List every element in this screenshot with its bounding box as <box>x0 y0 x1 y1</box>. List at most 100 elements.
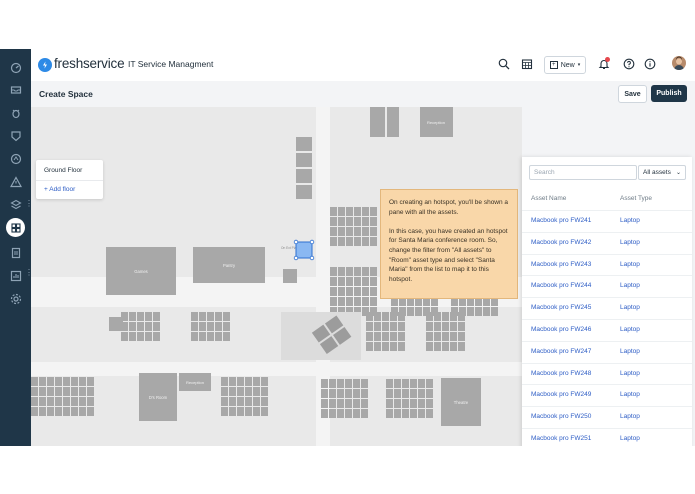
desk <box>221 407 228 416</box>
top-bar: freshservice IT Service Managment + New ▾ <box>31 49 695 82</box>
table-row[interactable]: Macbook pro FW251 Laptop <box>522 428 692 446</box>
room-label-ds-room: D's Room <box>149 395 168 400</box>
desk <box>338 277 345 286</box>
desk <box>237 387 244 396</box>
search-icon[interactable] <box>497 57 511 71</box>
table-row[interactable]: Macbook pro FW245 Laptop <box>522 297 692 320</box>
desk <box>191 322 198 331</box>
asset-name[interactable]: Macbook pro FW251 <box>531 435 591 442</box>
avatar[interactable] <box>672 56 686 70</box>
desk <box>410 379 417 388</box>
desk <box>386 389 393 398</box>
asset-name[interactable]: Macbook pro FW248 <box>531 370 591 377</box>
asset-name[interactable]: Macbook pro FW243 <box>531 261 591 268</box>
desk <box>79 377 86 386</box>
desk <box>362 237 369 246</box>
desk <box>353 409 360 418</box>
table-row[interactable]: Macbook pro FW250 Laptop <box>522 406 692 429</box>
shield-icon[interactable] <box>8 128 23 143</box>
desk <box>79 407 86 416</box>
desk <box>353 399 360 408</box>
new-button-label: New <box>560 61 575 69</box>
room-label-pantry: Pantry <box>223 263 236 268</box>
floor-plan-icon[interactable] <box>6 218 25 237</box>
column-header-asset-name[interactable]: Asset Name <box>531 195 566 202</box>
save-button[interactable]: Save <box>618 85 647 103</box>
table-row[interactable]: Macbook pro FW247 Laptop <box>522 340 692 364</box>
desk <box>221 377 228 386</box>
table-row[interactable]: Macbook pro FW243 Laptop <box>522 253 692 277</box>
help-icon[interactable] <box>622 57 636 71</box>
room-label-reception-top: Reception <box>427 120 445 125</box>
desk <box>71 407 78 416</box>
info-icon[interactable] <box>643 57 657 71</box>
app-shell: ⋮ ⋮ freshservice IT Service Managment + N… <box>0 49 695 446</box>
column-header-asset-type[interactable]: Asset Type <box>620 195 652 202</box>
table-row[interactable]: Macbook pro FW244 Laptop <box>522 275 692 298</box>
changes-icon[interactable] <box>8 151 23 166</box>
room-label-reception-bottom: Reception <box>186 380 204 385</box>
layers-icon[interactable] <box>8 197 23 212</box>
desk <box>261 387 268 396</box>
table-row[interactable]: Macbook pro FW249 Laptop <box>522 384 692 407</box>
floor-item-ground[interactable]: Ground Floor <box>44 167 82 174</box>
desk <box>402 379 409 388</box>
room-label-theatre: Theatre <box>454 400 469 405</box>
inbox-icon[interactable] <box>8 82 23 97</box>
table-row[interactable]: Macbook pro FW246 Laptop <box>522 319 692 342</box>
desk <box>410 409 417 418</box>
desk <box>361 399 368 408</box>
desk <box>374 312 381 321</box>
dashboard-icon[interactable] <box>8 60 23 75</box>
page-title: Create Space <box>39 89 93 99</box>
reports-icon[interactable] <box>8 268 23 283</box>
desk <box>229 397 236 406</box>
desk <box>354 217 361 226</box>
desk <box>426 342 433 351</box>
table-row[interactable]: Macbook pro FW242 Laptop <box>522 231 692 255</box>
add-floor-link[interactable]: + Add floor <box>44 186 75 193</box>
desk <box>338 237 345 246</box>
desk <box>337 399 344 408</box>
calendar-icon[interactable] <box>520 57 534 71</box>
alert-icon[interactable] <box>8 174 23 189</box>
desk <box>362 207 369 216</box>
notifications-icon[interactable] <box>597 57 611 71</box>
desk <box>434 322 441 331</box>
more-dots-icon: ⋮ <box>25 268 33 277</box>
desk <box>329 409 336 418</box>
desk <box>55 377 62 386</box>
desk <box>398 322 405 331</box>
new-button[interactable]: + New ▾ <box>544 56 586 74</box>
filter-value: All assets <box>643 169 671 176</box>
hotspot[interactable] <box>296 184 312 200</box>
asset-name[interactable]: Macbook pro FW245 <box>531 304 591 311</box>
table-row[interactable]: Macbook pro FW241 Laptop <box>522 210 692 233</box>
asset-name[interactable]: Macbook pro FW241 <box>531 217 591 224</box>
desk <box>434 342 441 351</box>
publish-button[interactable]: Publish <box>651 85 687 102</box>
desk <box>370 207 377 216</box>
asset-name[interactable]: Macbook pro FW244 <box>531 282 591 289</box>
asset-name[interactable]: Macbook pro FW247 <box>531 348 591 355</box>
desk <box>398 332 405 341</box>
desk <box>39 377 46 386</box>
asset-search-input[interactable]: Search <box>529 165 637 180</box>
desk <box>321 409 328 418</box>
settings-icon[interactable] <box>8 291 23 306</box>
asset-name[interactable]: Macbook pro FW246 <box>531 326 591 333</box>
desk <box>458 312 465 321</box>
desk <box>450 342 457 351</box>
desk <box>353 389 360 398</box>
desk <box>330 217 337 226</box>
chevron-down-icon: ▾ <box>577 62 581 68</box>
asset-name[interactable]: Macbook pro FW242 <box>531 239 591 246</box>
asset-name[interactable]: Macbook pro FW250 <box>531 413 591 420</box>
bug-icon[interactable] <box>8 105 23 120</box>
desk <box>475 307 482 316</box>
desk <box>329 379 336 388</box>
table-row[interactable]: Macbook pro FW248 Laptop <box>522 362 692 386</box>
asset-type-filter[interactable]: All assets ⌄ <box>638 165 686 180</box>
contracts-icon[interactable] <box>8 245 23 260</box>
asset-name[interactable]: Macbook pro FW249 <box>531 391 591 398</box>
